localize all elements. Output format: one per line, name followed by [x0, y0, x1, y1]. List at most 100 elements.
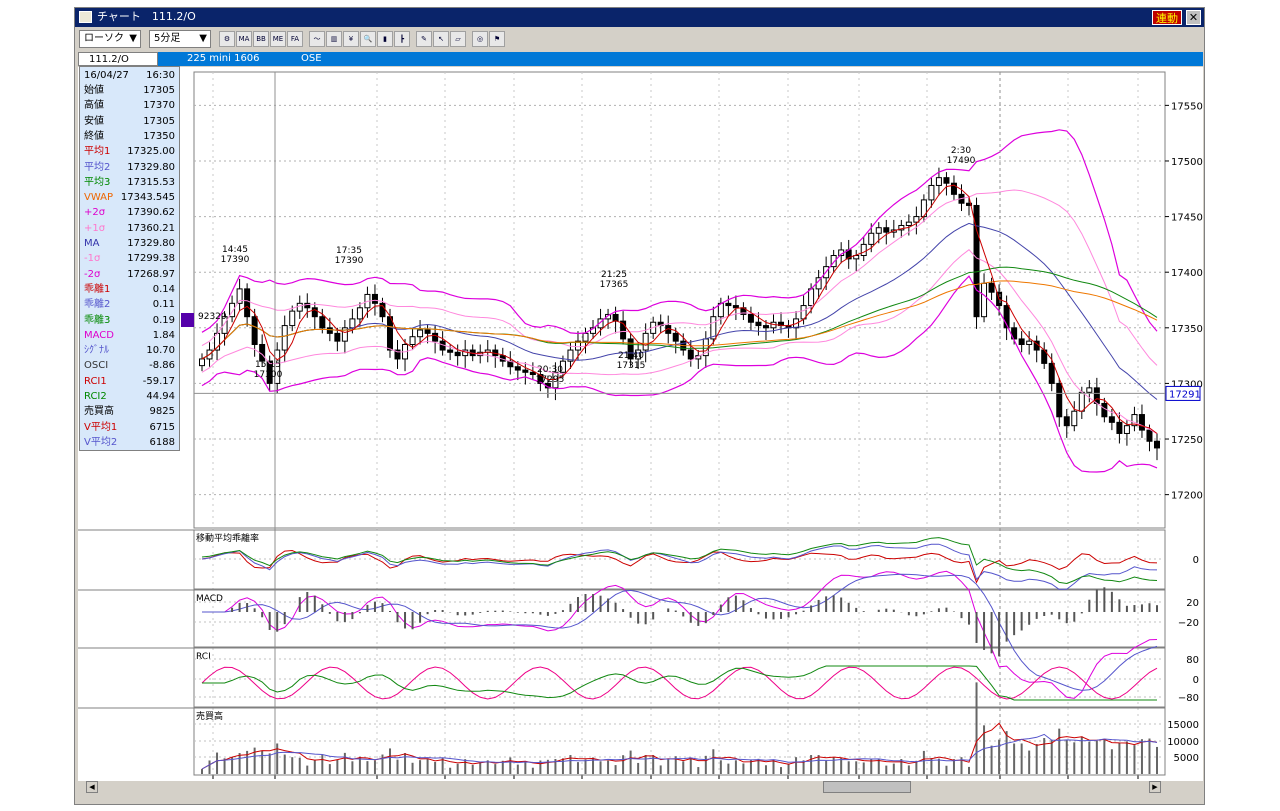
candle-body: [988, 282, 995, 293]
MA-icon[interactable]: MA: [236, 31, 252, 47]
eraser-icon[interactable]: ▱: [450, 31, 466, 47]
info-value: 0.19: [152, 314, 175, 326]
chart-type-select[interactable]: ローソク ▼: [79, 30, 141, 48]
candle-body: [672, 332, 679, 342]
candle-body: [454, 351, 461, 357]
info-value: 6715: [149, 421, 175, 433]
chart-canvas[interactable]: 17550 17500 17450 17400 17350 17300 17250 17200…: [78, 67, 1203, 808]
volume-chart-icon[interactable]: ▮: [377, 31, 393, 47]
candle-body: [386, 316, 393, 351]
candle-body: [529, 371, 536, 376]
annotation-time: 14:45: [222, 245, 248, 255]
link-button[interactable]: 連動: [1152, 10, 1182, 25]
flag-icon[interactable]: ⚑: [489, 31, 505, 47]
pen-icon[interactable]: ✎: [416, 31, 432, 47]
indicator-tick-label: 20: [1186, 598, 1199, 609]
candle-body: [326, 327, 333, 334]
scrollbar-thumb[interactable]: [823, 781, 911, 793]
ME-icon[interactable]: ME: [270, 31, 286, 47]
chart-area[interactable]: 17550 17500 17450 17400 17350 17300 17250 17200…: [78, 67, 1203, 808]
volume-chart-glyph: ▮: [383, 35, 387, 43]
candle-body: [1063, 416, 1070, 427]
info-value: 17370: [143, 100, 175, 112]
price-tick-label: 17450: [1171, 213, 1203, 224]
indicator-tick-label: −80: [1178, 693, 1199, 704]
interval-select[interactable]: 5分足 ▼: [149, 30, 211, 48]
price-tick-label: 17200: [1171, 491, 1203, 502]
candle-body: [432, 332, 439, 342]
candle-body: [1108, 416, 1115, 423]
flag-glyph: ⚑: [493, 35, 501, 43]
search-icon[interactable]: ◎: [472, 31, 488, 47]
info-label: RCI2: [84, 391, 107, 402]
candle-body: [1154, 440, 1160, 449]
eraser-glyph: ▱: [455, 35, 461, 43]
info-value: 0.11: [152, 299, 175, 311]
candle-body: [642, 332, 649, 351]
price-tick-label: 17400: [1171, 268, 1203, 279]
candle-body: [943, 177, 950, 184]
info-label: RCI1: [84, 375, 107, 387]
close-icon[interactable]: ✕: [1186, 10, 1201, 25]
scroll-right-icon[interactable]: ▶: [1149, 781, 1161, 793]
info-row: 平均2 17329.80: [80, 160, 179, 175]
info-label: -1σ: [84, 253, 101, 265]
info-label: MACD: [84, 329, 114, 341]
info-row: RCI1 -59.17: [80, 374, 179, 389]
candle-body: [860, 243, 867, 257]
info-label: 売買高: [84, 406, 114, 418]
info-row: MA 17329.80: [80, 236, 179, 251]
line-chart-glyph: 〜: [313, 35, 321, 43]
chart-background: [78, 67, 1202, 781]
candle-body: [762, 325, 769, 329]
candle-body: [424, 329, 431, 334]
price-tick-label: 17250: [1171, 435, 1203, 446]
exchange-label: OSE: [301, 53, 322, 64]
annotation-time: 21:40: [618, 351, 644, 361]
candle-body: [1123, 425, 1130, 434]
bar-chart-icon[interactable]: ┣: [394, 31, 410, 47]
BB-glyph: BB: [256, 35, 266, 43]
annotation-price: 17295: [536, 375, 565, 385]
info-value: 17315.53: [127, 176, 175, 188]
bar-chart-glyph: ┣: [399, 35, 405, 43]
toolbar: ローソク ▼ 5分足 ▼ ⚙ MA BB ME FA 〜 ▥ ¥ 🔍 ▮ ┣ ✎ ↖ ▱ ◎ ⚑: [75, 27, 1204, 52]
cursor-icon[interactable]: ↖: [433, 31, 449, 47]
candle-body: [349, 318, 356, 329]
candle-body: [1026, 340, 1033, 345]
indicator-tick-label: 15000: [1167, 720, 1199, 731]
symbol-field[interactable]: 111.2/O: [78, 52, 158, 66]
scroll-left-icon[interactable]: ◀: [86, 781, 98, 793]
candle-body: [514, 366, 521, 371]
FA-icon[interactable]: FA: [287, 31, 303, 47]
candle-chart-icon[interactable]: ▥: [326, 31, 342, 47]
info-label: -2σ: [84, 268, 101, 280]
info-value: 17325.00: [127, 146, 175, 158]
info-datetime: 16/04/27 16:30: [80, 68, 179, 83]
info-label: 終値: [84, 130, 104, 142]
zoom-glyph: 🔍: [363, 35, 373, 43]
FA-glyph: FA: [290, 35, 300, 43]
horizontal-scrollbar[interactable]: ◀ ▶: [78, 781, 1203, 793]
info-label: ｼｸﾞﾅﾙ: [84, 345, 109, 357]
info-value: -8.86: [149, 360, 175, 372]
line-chart-icon[interactable]: 〜: [309, 31, 325, 47]
candle-body: [1078, 391, 1085, 412]
info-value: 6188: [149, 436, 175, 448]
yen-chart-icon[interactable]: ¥: [343, 31, 359, 47]
BB-icon[interactable]: BB: [253, 31, 269, 47]
info-label: 乖離2: [84, 299, 111, 311]
info-row: 乖離3 0.19: [80, 313, 179, 328]
settings-icon[interactable]: ⚙: [219, 31, 235, 47]
candle-chart-glyph: ▥: [330, 35, 338, 43]
settings-glyph: ⚙: [223, 35, 231, 43]
candle-body: [687, 349, 694, 360]
info-row: RCI2 44.94: [80, 389, 179, 404]
title-bar[interactable]: チャート 111.2/O 連動 ✕: [75, 8, 1204, 27]
left-price-marker-box: [181, 313, 194, 327]
info-label: 安値: [84, 115, 104, 127]
info-value: 0.14: [152, 283, 175, 295]
cursor-glyph: ↖: [438, 35, 444, 43]
zoom-icon[interactable]: 🔍: [360, 31, 376, 47]
candle-body: [356, 307, 363, 320]
